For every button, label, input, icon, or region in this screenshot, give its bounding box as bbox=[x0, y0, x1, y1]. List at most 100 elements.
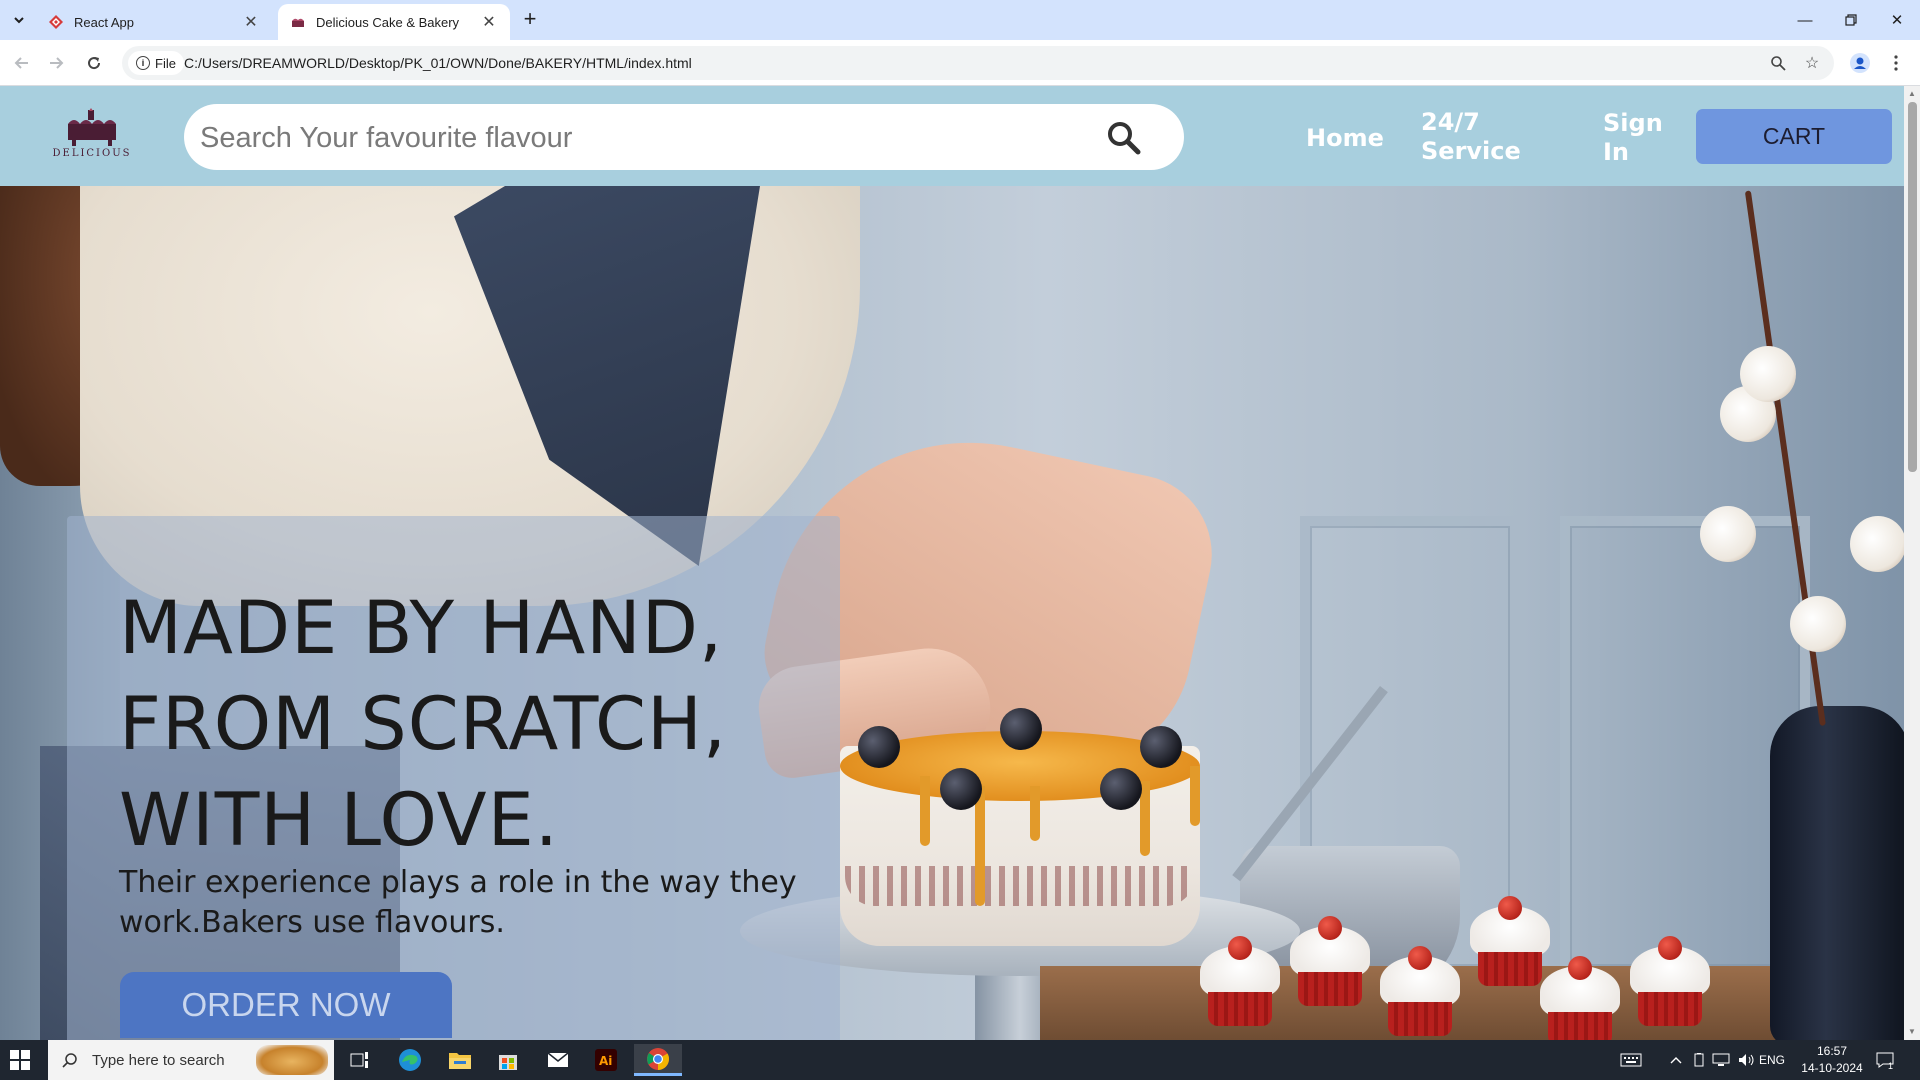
cotton-flower bbox=[1850, 516, 1904, 572]
battery-icon[interactable] bbox=[1692, 1040, 1706, 1080]
raspberry bbox=[1658, 936, 1682, 960]
scrollbar-thumb[interactable] bbox=[1908, 102, 1917, 472]
taskbar-search-box[interactable]: Type here to search bbox=[48, 1040, 334, 1080]
scroll-down-icon[interactable]: ▼ bbox=[1907, 1027, 1917, 1037]
search-highlight-image bbox=[256, 1045, 328, 1075]
nav-signin-line2: In bbox=[1603, 138, 1630, 166]
file-explorer-icon[interactable] bbox=[440, 1044, 480, 1076]
tab-delicious-bakery[interactable]: Delicious Cake & Bakery ✕ bbox=[278, 4, 510, 40]
keyboard-icon[interactable] bbox=[1620, 1040, 1642, 1080]
cupcake bbox=[1470, 896, 1550, 986]
cotton-flower bbox=[1700, 506, 1756, 562]
raspberry bbox=[1318, 916, 1342, 940]
minimize-icon[interactable]: — bbox=[1782, 0, 1828, 40]
chevron-down-icon bbox=[14, 17, 24, 24]
site-chip-label: File bbox=[155, 55, 176, 71]
cotton-flower bbox=[1740, 346, 1796, 402]
raspberry bbox=[1408, 946, 1432, 970]
raspberry bbox=[1498, 896, 1522, 920]
chrome-icon[interactable] bbox=[634, 1044, 682, 1076]
new-tab-button[interactable]: + bbox=[518, 8, 542, 32]
nav-service-line1: 24/7 bbox=[1421, 108, 1480, 136]
restore-icon[interactable] bbox=[1828, 0, 1874, 40]
notification-count: 1 bbox=[1888, 1061, 1894, 1071]
cupcake bbox=[1200, 936, 1280, 1026]
cake-logo-icon bbox=[68, 108, 116, 146]
tab-react-app[interactable]: React App ✕ bbox=[36, 4, 272, 40]
caramel-drip bbox=[1030, 786, 1040, 841]
close-window-icon[interactable]: ✕ bbox=[1874, 0, 1920, 40]
browser-toolbar: i File C:/Users/DREAMWORLD/Desktop/PK_01… bbox=[0, 40, 1920, 86]
cake-crumb bbox=[845, 866, 1195, 906]
mail-icon[interactable] bbox=[538, 1044, 578, 1076]
cupcake bbox=[1540, 956, 1620, 1040]
vase bbox=[1770, 706, 1904, 1040]
volume-icon[interactable] bbox=[1738, 1040, 1756, 1080]
svg-text:Ai: Ai bbox=[599, 1054, 612, 1068]
address-bar[interactable]: i File C:/Users/DREAMWORLD/Desktop/PK_01… bbox=[122, 46, 1834, 80]
profile-avatar-icon[interactable] bbox=[1848, 51, 1872, 75]
tab-search-button[interactable] bbox=[6, 8, 32, 32]
forward-arrow-icon[interactable] bbox=[44, 51, 68, 75]
site-header: DELICIOUS Home 24/7 Service Sign In CART bbox=[0, 86, 1904, 186]
windows-taskbar: Type here to search Ai ENG 16:57 14-10-2… bbox=[0, 1040, 1920, 1080]
illustrator-icon[interactable]: Ai bbox=[586, 1044, 626, 1076]
tab-title: React App bbox=[74, 14, 134, 30]
hero-heading-line: WITH LOVE. bbox=[119, 778, 559, 863]
cupcake-liner bbox=[1208, 992, 1272, 1026]
kebab-menu-icon[interactable] bbox=[1884, 51, 1908, 75]
language-indicator[interactable]: ENG bbox=[1759, 1040, 1785, 1080]
chevron-up-icon[interactable] bbox=[1670, 1040, 1682, 1080]
nav-service-link[interactable]: 24/7 Service bbox=[1421, 108, 1521, 166]
cupcake-liner bbox=[1638, 992, 1702, 1026]
cupcake-liner bbox=[1548, 1012, 1612, 1040]
cupcake bbox=[1630, 936, 1710, 1026]
clock-time: 16:57 bbox=[1816, 1044, 1848, 1058]
search-bar bbox=[184, 104, 1184, 172]
hero-card: MADE BY HAND, FROM SCRATCH, WITH LOVE. T… bbox=[67, 516, 840, 1040]
blackberry bbox=[940, 768, 982, 810]
search-input[interactable] bbox=[198, 104, 1082, 172]
cart-button[interactable]: CART bbox=[1696, 109, 1892, 164]
hero-heading-line: FROM SCRATCH, bbox=[119, 682, 728, 767]
reload-icon[interactable] bbox=[82, 51, 106, 75]
zoom-icon[interactable] bbox=[1768, 53, 1788, 73]
order-now-button[interactable]: ORDER NOW bbox=[120, 972, 452, 1038]
page-scrollbar[interactable]: ▲ ▼ bbox=[1904, 86, 1920, 1040]
raspberry bbox=[1228, 936, 1252, 960]
cupcake bbox=[1290, 916, 1370, 1006]
close-tab-icon[interactable]: ✕ bbox=[480, 12, 498, 32]
close-tab-icon[interactable]: ✕ bbox=[242, 12, 260, 32]
bakery-logo[interactable]: DELICIOUS bbox=[50, 108, 134, 168]
search-icon[interactable] bbox=[1106, 120, 1142, 156]
taskbar-clock[interactable]: 16:57 14-10-2024 bbox=[1796, 1043, 1868, 1077]
blackberry bbox=[858, 726, 900, 768]
cupcake-liner bbox=[1298, 972, 1362, 1006]
caramel-drip bbox=[1190, 766, 1200, 826]
notification-icon[interactable]: 1 bbox=[1876, 1040, 1899, 1080]
network-icon[interactable] bbox=[1712, 1040, 1730, 1080]
back-arrow-icon[interactable] bbox=[10, 51, 34, 75]
windows-start-icon[interactable] bbox=[10, 1050, 30, 1070]
browser-tab-bar: React App ✕ Delicious Cake & Bakery ✕ + … bbox=[0, 0, 1920, 40]
caramel-drip bbox=[920, 776, 930, 846]
nav-home-link[interactable]: Home bbox=[1306, 124, 1384, 153]
microsoft-store-icon[interactable] bbox=[488, 1044, 528, 1076]
site-info-chip[interactable]: i File bbox=[128, 51, 184, 75]
nav-signin-link[interactable]: Sign In bbox=[1603, 109, 1663, 167]
blackberry bbox=[1100, 768, 1142, 810]
clock-date: 14-10-2024 bbox=[1801, 1061, 1863, 1075]
page-viewport: DELICIOUS Home 24/7 Service Sign In CART… bbox=[0, 86, 1904, 1040]
blackberry bbox=[1140, 726, 1182, 768]
search-icon bbox=[62, 1053, 77, 1068]
hero-description: Their experience plays a role in the way… bbox=[119, 865, 797, 940]
bookmark-star-icon[interactable]: ☆ bbox=[1802, 53, 1822, 73]
edge-browser-icon[interactable] bbox=[390, 1044, 430, 1076]
task-view-icon[interactable] bbox=[340, 1044, 380, 1076]
bakery-favicon-icon bbox=[290, 14, 306, 30]
logo-text: DELICIOUS bbox=[52, 148, 132, 159]
scroll-up-icon[interactable]: ▲ bbox=[1907, 89, 1917, 99]
cupcake-liner bbox=[1388, 1002, 1452, 1036]
react-app-favicon-icon bbox=[48, 14, 64, 30]
url-text[interactable]: C:/Users/DREAMWORLD/Desktop/PK_01/OWN/Do… bbox=[184, 55, 692, 71]
